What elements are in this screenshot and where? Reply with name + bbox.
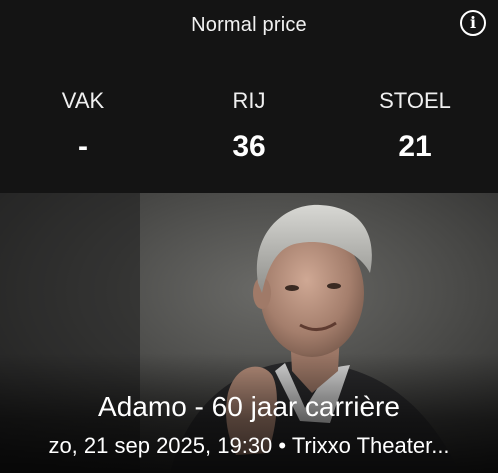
ticket-card: Normal price i VAK - RIJ 36 STOEL 21 Ada… — [0, 0, 498, 473]
event-title: Adamo - 60 jaar carrière — [98, 391, 400, 422]
event-date-venue: zo, 21 sep 2025, 19:30 • Trixxo Theater.… — [48, 433, 450, 458]
ticket-header: Normal price i — [0, 0, 498, 52]
seat-row-value: 36 — [232, 130, 266, 163]
seat-chair-column: STOEL 21 — [332, 80, 498, 180]
seat-row-column: RIJ 36 — [166, 80, 332, 180]
seat-info: VAK - RIJ 36 STOEL 21 — [0, 80, 498, 180]
seat-section-value: - — [78, 130, 88, 163]
seat-row-label: RIJ — [232, 88, 266, 113]
event-image: Adamo - 60 jaar carrière zo, 21 sep 2025… — [0, 193, 498, 473]
info-glyph: i — [469, 13, 477, 32]
price-type-label: Normal price — [191, 14, 307, 36]
seat-section-label: VAK — [61, 88, 105, 113]
seat-chair-value: 21 — [398, 130, 432, 163]
seat-chair-label: STOEL — [379, 88, 451, 113]
info-icon[interactable]: i — [460, 10, 486, 36]
seat-section-column: VAK - — [0, 80, 166, 180]
